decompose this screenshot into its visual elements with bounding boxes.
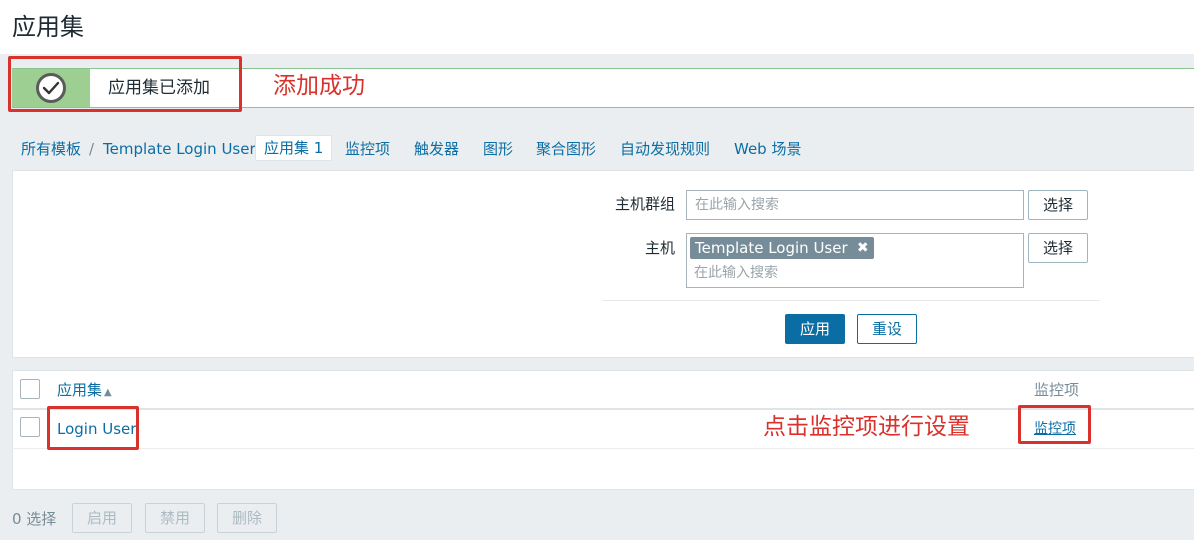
applications-table xyxy=(12,370,1194,490)
annotation-box-login-user xyxy=(47,406,139,450)
breadcrumb-separator: / xyxy=(89,140,95,158)
tab-items[interactable]: 监控项 xyxy=(345,139,390,159)
annotation-added-success: 添加成功 xyxy=(273,73,365,99)
remove-chip-icon[interactable]: ✖ xyxy=(857,237,869,259)
page-title: 应用集 xyxy=(12,13,84,41)
table-row-divider xyxy=(12,448,1194,449)
sort-asc-icon: ▲ xyxy=(104,387,112,398)
tab-discovery-rules[interactable]: 自动发现规则 xyxy=(620,139,710,159)
annotation-click-items-hint: 点击监控项进行设置 xyxy=(763,414,970,440)
host-chip-label: Template Login User xyxy=(695,239,848,257)
column-header-items: 监控项 xyxy=(1034,381,1080,399)
enable-button[interactable]: 启用 xyxy=(72,503,132,533)
apply-button[interactable]: 应用 xyxy=(785,314,845,344)
tab-web-scenarios[interactable]: Web 场景 xyxy=(734,139,801,159)
column-header-application-label: 应用集 xyxy=(57,381,103,399)
tab-triggers[interactable]: 触发器 xyxy=(414,139,459,159)
delete-button[interactable]: 删除 xyxy=(217,503,277,533)
page-header: 应用集 xyxy=(0,0,1194,54)
breadcrumb-all-templates[interactable]: 所有模板 xyxy=(21,139,81,159)
annotation-box-items-link xyxy=(1018,405,1091,444)
row-checkbox[interactable] xyxy=(20,417,40,437)
tab-applications[interactable]: 应用集 1 xyxy=(255,135,333,161)
host-search-placeholder[interactable]: 在此输入搜索 xyxy=(694,263,778,283)
host-select-button[interactable]: 选择 xyxy=(1028,233,1088,263)
template-nav-tabs: 所有模板 / Template Login User 应用集 1 监控项 触发器… xyxy=(0,130,1194,168)
tab-graphs[interactable]: 图形 xyxy=(483,139,513,159)
host-label: 主机 xyxy=(644,239,675,257)
breadcrumb-template[interactable]: Template Login User xyxy=(103,139,256,159)
select-all-checkbox[interactable] xyxy=(20,379,40,399)
reset-button[interactable]: 重设 xyxy=(857,314,917,344)
host-group-input[interactable]: 在此输入搜索 xyxy=(686,190,1024,220)
disable-button[interactable]: 禁用 xyxy=(145,503,205,533)
column-header-application[interactable]: 应用集 ▲ xyxy=(57,380,112,403)
host-group-label: 主机群组 xyxy=(614,195,675,213)
selected-count: 0 选择 xyxy=(12,510,57,528)
table-header-divider xyxy=(12,408,1194,410)
annotation-box-message xyxy=(8,56,242,112)
host-group-select-button[interactable]: 选择 xyxy=(1028,190,1088,220)
filter-divider xyxy=(602,300,1100,301)
host-chip: Template Login User ✖ xyxy=(690,237,874,259)
tab-screens[interactable]: 聚合图形 xyxy=(536,139,596,159)
